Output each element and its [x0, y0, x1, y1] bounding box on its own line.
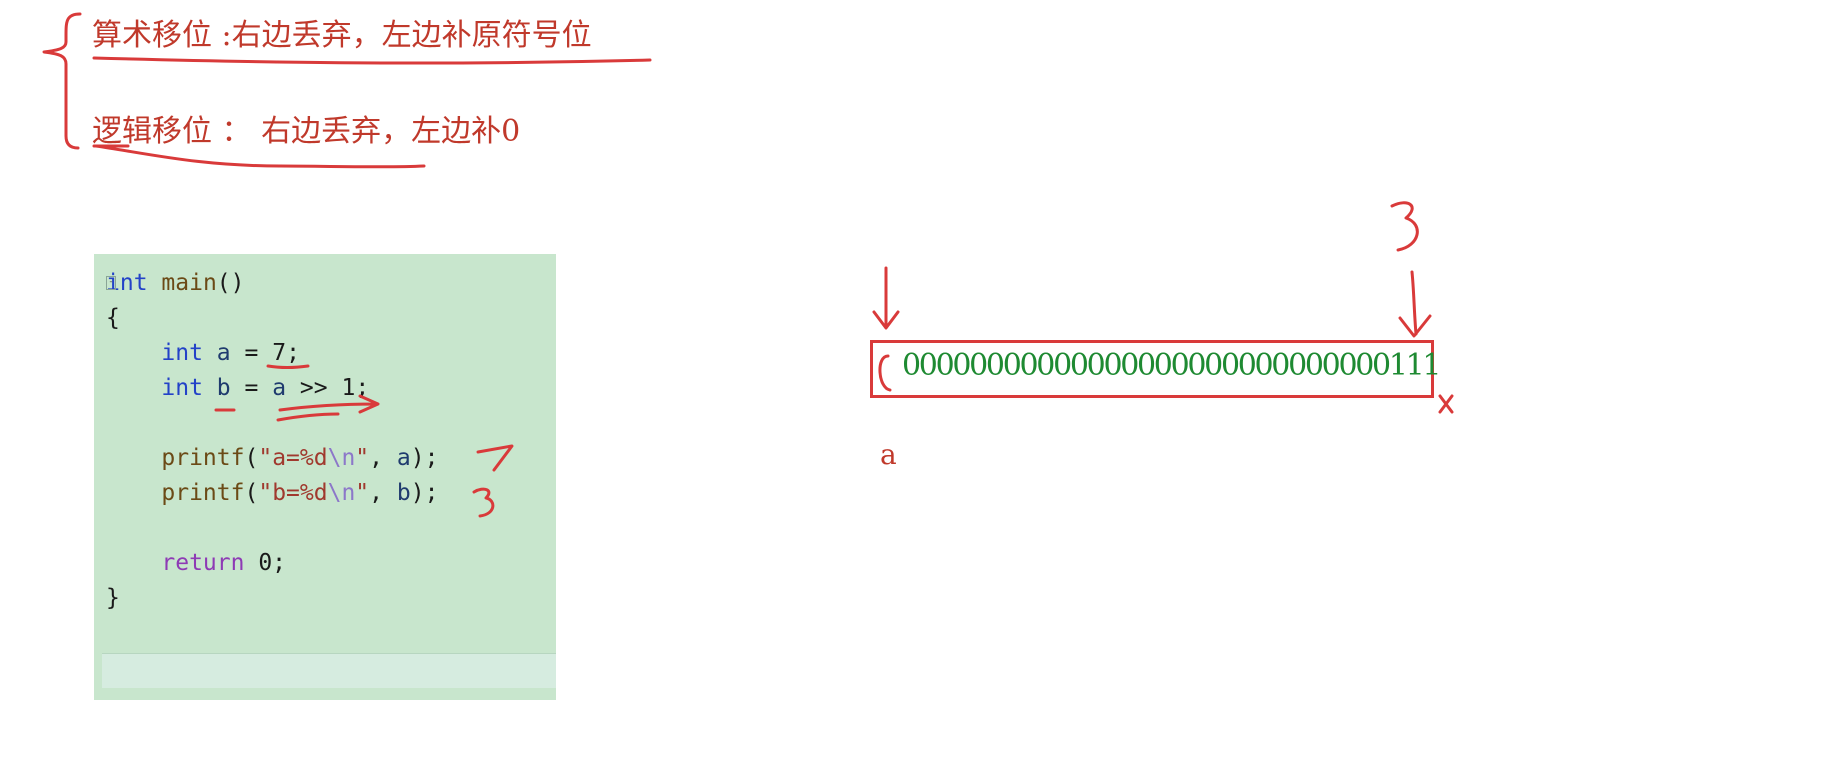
- arrow-down-left: [872, 266, 900, 330]
- format-string-a: "a=%d: [258, 445, 328, 471]
- function-main: main: [161, 270, 217, 296]
- arg-separator: ,: [369, 480, 397, 506]
- assign: =: [230, 340, 273, 366]
- escape-newline: \n: [327, 480, 356, 506]
- variable-label-a: a: [880, 438, 897, 471]
- shift-operator: >>: [286, 375, 342, 401]
- code-line-printf-a: printf("a=%d\n", a);: [161, 445, 439, 471]
- code-line-brace-open: {: [106, 301, 120, 335]
- assign: =: [230, 375, 273, 401]
- annotation-right-marker: 3: [1388, 200, 1428, 250]
- var-a: a: [396, 445, 411, 471]
- arrow-down-right: [1398, 270, 1432, 338]
- return-value: 0;: [244, 550, 287, 576]
- arg-separator: ,: [369, 445, 397, 471]
- brace-close: }: [106, 585, 120, 611]
- call-close: );: [410, 480, 439, 506]
- editor-footer-bar: [102, 653, 556, 688]
- annotation-dropped-bit: x: [1436, 394, 1456, 414]
- quote-close: ": [355, 445, 370, 471]
- keyword-int: int: [161, 340, 203, 366]
- code-line-declare-b: int b = a >> 1;: [106, 371, 369, 405]
- arithmetic-shift-note: 算术移位 :右边丢弃，左边补原符号位: [92, 10, 592, 54]
- arithmetic-shift-term: 算术移位: [92, 18, 212, 53]
- code-line-return: return 0;: [106, 546, 286, 580]
- brace-open: {: [106, 305, 120, 331]
- function-printf: printf: [161, 445, 245, 471]
- quote-close: ": [355, 480, 370, 506]
- function-printf: printf: [161, 480, 245, 506]
- call-close: );: [410, 445, 439, 471]
- semicolon: ;: [355, 375, 370, 401]
- var-a: a: [272, 375, 287, 401]
- escape-newline: \n: [327, 445, 356, 471]
- var-b: b: [396, 480, 411, 506]
- underline-arithmetic: [92, 56, 652, 65]
- binary-value: 00000000000000000000000000000111: [902, 348, 1441, 383]
- annotation-b-output: 3: [472, 480, 512, 520]
- code-line-declare-a: int a = 7;: [106, 336, 300, 370]
- arithmetic-shift-rule: :右边丢弃，左边补原符号位: [212, 18, 592, 53]
- var-a: a: [216, 340, 231, 366]
- format-string-b: "b=%d: [258, 480, 328, 506]
- code-line-main: - int main(): [106, 266, 245, 300]
- code-line-printf-b: printf("b=%d\n", b);: [161, 480, 439, 506]
- literal-7: 7: [272, 340, 287, 366]
- fold-marker[interactable]: -: [106, 276, 116, 290]
- var-b: b: [216, 375, 231, 401]
- curly-brace-mark: [42, 12, 82, 150]
- logical-shift-note: 逻辑移位 ： 右边丢弃，左边补0: [92, 106, 520, 150]
- logical-shift-rule: ： 右边丢弃，左边补0: [212, 114, 521, 149]
- annotation-a-output: 7: [476, 428, 516, 468]
- parens: (): [216, 270, 245, 296]
- code-line-brace-close: }: [106, 581, 120, 615]
- literal-1: 1: [341, 375, 356, 401]
- semicolon: ;: [286, 340, 300, 366]
- logical-shift-term: 逻辑移位: [92, 114, 212, 149]
- code-editor-panel: - int main() { int a = 7; int b = a >> 1;…: [94, 254, 556, 700]
- keyword-int: int: [161, 375, 203, 401]
- keyword-return: return: [161, 550, 245, 576]
